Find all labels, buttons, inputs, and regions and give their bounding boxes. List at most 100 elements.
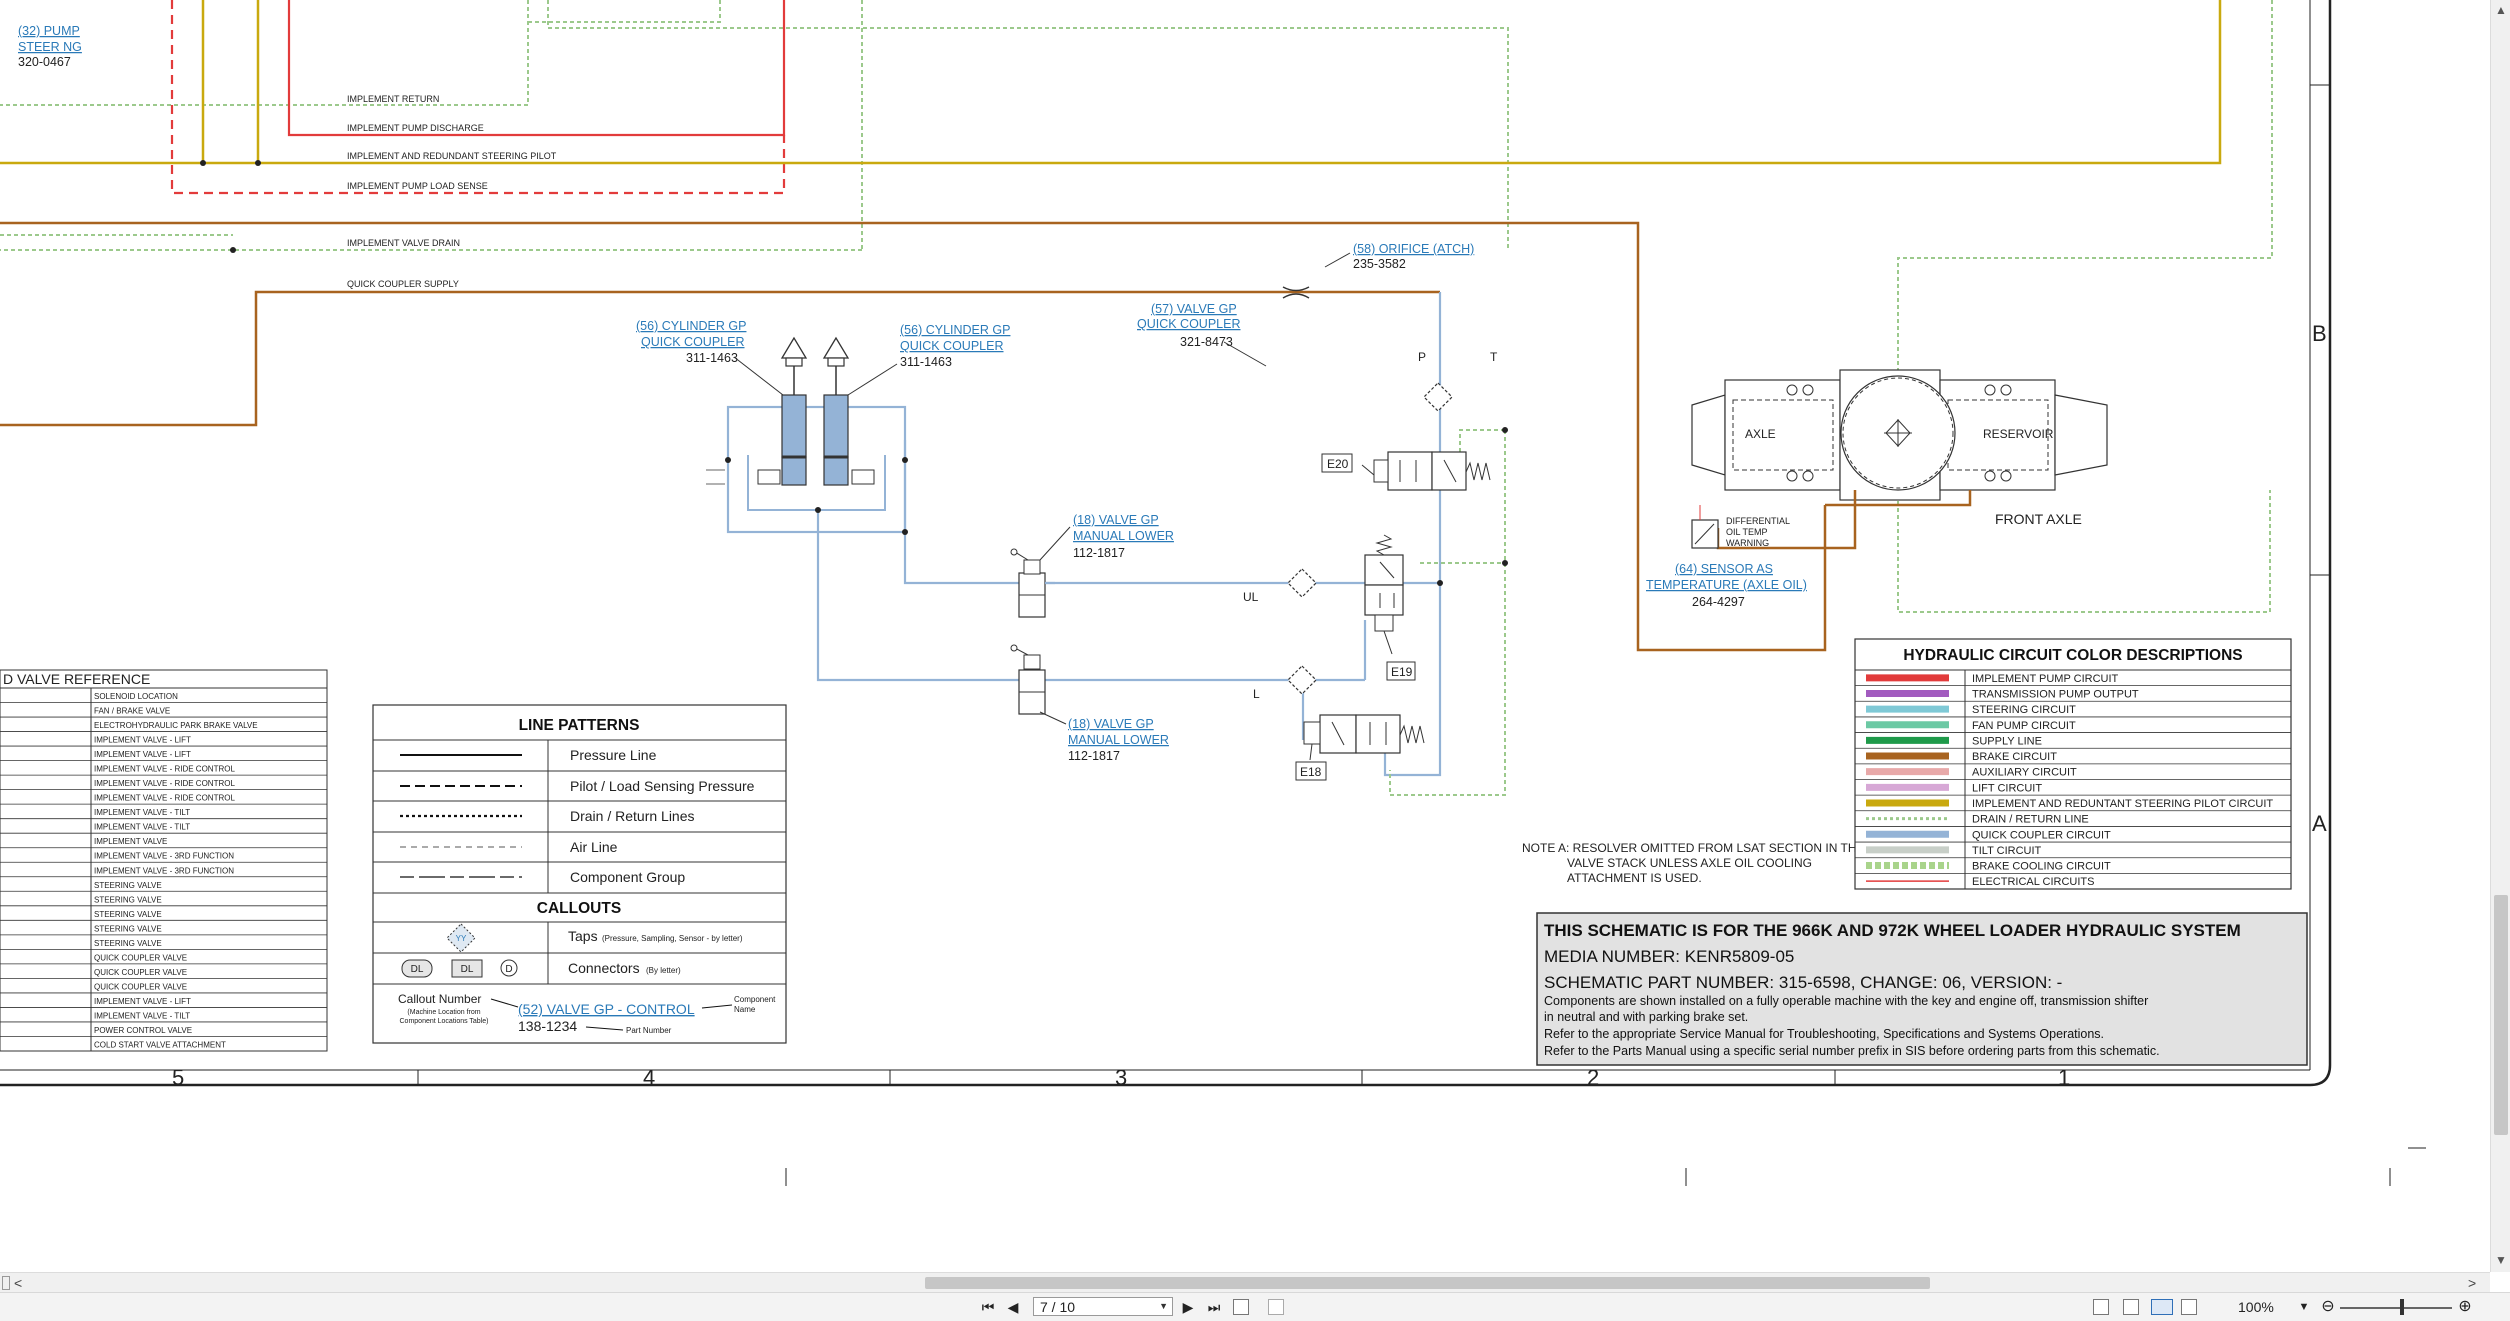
next-page-icon[interactable]: ▶ [1178, 1297, 1198, 1317]
solenoid-table-row: STEERING VALVE [94, 895, 162, 904]
sensor-link[interactable]: (64) SENSOR AS [1675, 562, 1773, 576]
cylinder-callouts[interactable]: (56) CYLINDER GP QUICK COUPLER 311-1463 … [636, 319, 1010, 396]
page-indicator: 7 / 10 [1040, 1299, 1076, 1315]
horizontal-scrollbar[interactable]: < > [0, 1272, 2490, 1293]
page-dropdown-icon[interactable]: ▼ [1159, 1301, 1168, 1311]
manual-lower-valve-upper[interactable]: (18) VALVE GP MANUAL LOWER 112-1817 [1010, 513, 1174, 618]
viewer-toolbar: ⏮ ◀ 7 / 10 ▼ ▶ ⏭ 100% ▼ ⊖ ⊕ [0, 1292, 2510, 1321]
zoom-level[interactable]: 100% [2238, 1299, 2274, 1315]
solenoid-table-row: ELECTROHYDRAULIC PARK BRAKE VALVE [94, 721, 258, 730]
pump-steering-callout[interactable]: (32) PUMP STEER NG 320-0467 [18, 24, 82, 69]
solenoid-table-row: STEERING VALVE [94, 881, 162, 890]
zoom-in-icon[interactable]: ⊕ [2455, 1297, 2475, 1317]
color-legend-label: QUICK COUPLER CIRCUIT [1972, 829, 2111, 841]
pump-steering-link-2[interactable]: STEER NG [18, 40, 82, 54]
valve18-upper-link-2[interactable]: MANUAL LOWER [1073, 529, 1174, 543]
vertical-scroll-thumb[interactable] [2494, 895, 2508, 1135]
pump-steering-link[interactable]: (32) PUMP [18, 24, 80, 38]
sensor-link-2[interactable]: TEMPERATURE (AXLE OIL) [1646, 578, 1807, 592]
solenoid-table-row: IMPLEMENT VALVE - RIDE CONTROL [94, 765, 235, 774]
top-hydraulic-lines [0, 0, 2273, 652]
solenoid-table-title: D VALVE REFERENCE [3, 671, 150, 687]
component-name-1: Component [734, 995, 776, 1004]
diff-label-2: OIL TEMP [1726, 527, 1768, 537]
manual-lower-valve-lower[interactable]: (18) VALVE GP MANUAL LOWER 112-1817 [1010, 644, 1169, 763]
previous-page-icon[interactable]: ◀ [1003, 1297, 1023, 1317]
zone-b: B [2312, 321, 2327, 346]
port-p: P [1418, 350, 1426, 364]
filter-symbols[interactable] [1287, 382, 1453, 695]
note-a-line-1: NOTE A: RESOLVER OMITTED FROM LSAT SECTI… [1522, 841, 1865, 855]
zoom-out-icon[interactable]: ⊖ [2318, 1297, 2338, 1317]
scroll-left-arrow-icon[interactable]: < [14, 1274, 28, 1292]
zone-a: A [2312, 811, 2327, 836]
cylinder-left-link-2[interactable]: QUICK COUPLER [641, 335, 745, 349]
valve18-lower-part-number: 112-1817 [1068, 749, 1120, 763]
cylinder-right-part-number: 311-1463 [900, 355, 952, 369]
scroll-down-arrow-icon[interactable]: ▼ [2494, 1252, 2508, 1268]
valve57-link-2[interactable]: QUICK COUPLER [1137, 317, 1241, 331]
single-page-view-icon[interactable] [2093, 1299, 2109, 1315]
color-legend-label: BRAKE CIRCUIT [1972, 751, 2057, 763]
solenoid-table-row: COLD START VALVE ATTACHMENT [94, 1041, 226, 1050]
front-axle-label: FRONT AXLE [1995, 511, 2082, 527]
color-legend-label: LIFT CIRCUIT [1972, 782, 2042, 794]
valve57-link[interactable]: (57) VALVE GP [1151, 302, 1237, 316]
valve18-lower-link[interactable]: (18) VALVE GP [1068, 717, 1154, 731]
cylinder-left-link[interactable]: (56) CYLINDER GP [636, 319, 746, 333]
solenoid-table-row: FAN / BRAKE VALVE [94, 707, 170, 716]
valve-e20[interactable]: E20 [1321, 451, 1491, 491]
cylinder-right-link-2[interactable]: QUICK COUPLER [900, 339, 1004, 353]
pattern-drain-return: Drain / Return Lines [570, 808, 695, 824]
solenoid-table-row: IMPLEMENT VALVE - LIFT [94, 997, 191, 1006]
axle-label: AXLE [1745, 427, 1776, 441]
orifice-callout[interactable]: (58) ORIFICE (ATCH) 235-3582 [1282, 242, 1474, 299]
page-number-field[interactable]: 7 / 10 ▼ [1033, 1297, 1173, 1316]
continuous-view-icon[interactable] [2123, 1299, 2139, 1315]
vertical-scrollbar[interactable]: ▲ ▼ [2490, 0, 2510, 1272]
port-t: T [1490, 350, 1498, 364]
info-media-number: MEDIA NUMBER: KENR5809-05 [1544, 947, 1794, 966]
reservoir-label: RESERVOIR [1983, 427, 2054, 441]
differential-sensor[interactable]: DIFFERENTIAL OIL TEMP WARNING (64) SENSO… [1646, 505, 1807, 609]
cylinder-right-link[interactable]: (56) CYLINDER GP [900, 323, 1010, 337]
line-patterns-legend: LINE PATTERNS Pressure Line Pilot / Load… [372, 704, 787, 1044]
two-page-view-icon[interactable] [2151, 1299, 2173, 1315]
label-implement-valve-drain: IMPLEMENT VALVE DRAIN [347, 238, 460, 248]
note-a: NOTE A: RESOLVER OMITTED FROM LSAT SECTI… [1522, 841, 1865, 885]
valve18-upper-link[interactable]: (18) VALVE GP [1073, 513, 1159, 527]
valve-e19[interactable]: E19 [1364, 534, 1416, 681]
scroll-up-arrow-icon[interactable]: ▲ [2494, 2, 2508, 18]
horizontal-scroll-thumb[interactable] [925, 1277, 1930, 1289]
scroll-right-arrow-icon[interactable]: > [2468, 1274, 2482, 1292]
zoom-dropdown-icon[interactable]: ▼ [2298, 1297, 2310, 1317]
diff-label-1: DIFFERENTIAL [1726, 516, 1790, 526]
color-legend-label: BRAKE COOLING CIRCUIT [1972, 861, 2111, 873]
first-page-icon[interactable]: ⏮ [978, 1297, 998, 1317]
zoom-slider-thumb[interactable] [2400, 1299, 2404, 1315]
zoom-slider-track[interactable] [2340, 1307, 2452, 1309]
scroll-grip-icon[interactable] [2, 1276, 10, 1290]
last-page-icon[interactable]: ⏭ [1203, 1297, 1225, 1317]
valve-e18[interactable]: E18 [1295, 714, 1425, 781]
note-a-line-2: VALVE STACK UNLESS AXLE OIL COOLING [1567, 856, 1812, 870]
color-legend-label: ELECTRICAL CIRCUITS [1972, 876, 2094, 888]
label-implement-return: IMPLEMENT RETURN [347, 94, 439, 104]
info-title: THIS SCHEMATIC IS FOR THE 966K AND 972K … [1544, 921, 2241, 940]
zone-col-4: 4 [643, 1065, 655, 1090]
valve57-callout[interactable]: (57) VALVE GP QUICK COUPLER 321-8473 [1137, 302, 1267, 367]
conn-dl-2: DL [461, 964, 474, 975]
navigate-forward-icon[interactable] [1268, 1299, 1284, 1315]
orifice-link[interactable]: (58) ORIFICE (ATCH) [1353, 242, 1474, 256]
part-number-label: Part Number [626, 1026, 672, 1035]
valve18-lower-link-2[interactable]: MANUAL LOWER [1068, 733, 1169, 747]
info-note-1: Components are shown installed on a full… [1544, 994, 2148, 1008]
conn-d: D [505, 964, 512, 975]
continuous-two-page-icon[interactable] [2181, 1299, 2197, 1315]
schematic-canvas[interactable]: IMPLEMENT RETURN IMPLEMENT PUMP DISCHARG… [0, 0, 2490, 1272]
solenoid-table-row: IMPLEMENT VALVE - RIDE CONTROL [94, 794, 235, 803]
label-implement-pump-discharge: IMPLEMENT PUMP DISCHARGE [347, 123, 484, 133]
conn-dl-1: DL [411, 964, 424, 975]
navigate-back-icon[interactable] [1233, 1299, 1249, 1315]
solenoid-reference-table: D VALVE REFERENCE SOLENOID LOCATION FAN /… [0, 669, 328, 1052]
